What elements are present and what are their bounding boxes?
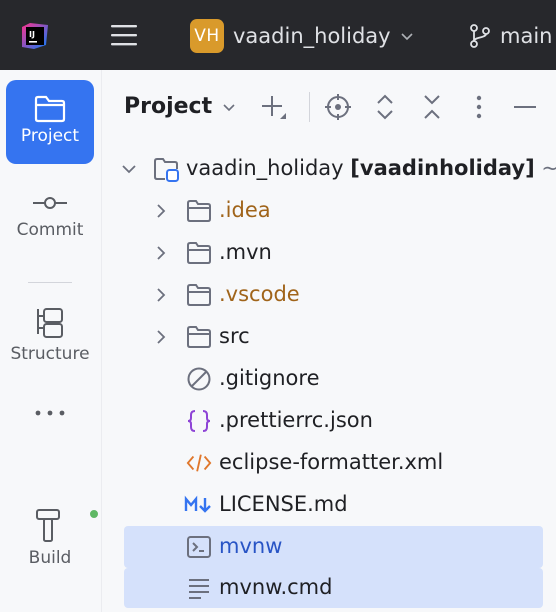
structure-tool-label: Structure — [10, 344, 90, 364]
commit-icon — [33, 197, 67, 209]
svg-text:IJ: IJ — [29, 30, 35, 39]
tree-item-idea[interactable]: .idea — [103, 190, 556, 232]
project-tool-label: Project — [20, 126, 80, 146]
collapse-all-icon — [424, 95, 440, 119]
json-file-icon — [186, 408, 212, 434]
terminal-file-icon — [186, 534, 212, 560]
ignore-file-icon — [186, 366, 212, 392]
commit-tool-button[interactable]: Commit — [6, 190, 94, 240]
xml-file-icon — [186, 450, 212, 476]
structure-icon — [37, 308, 63, 338]
tree-item-gitignore[interactable]: .gitignore — [103, 358, 556, 400]
more-tools-button[interactable] — [6, 408, 94, 418]
expand-all-icon — [377, 94, 393, 120]
more-vertical-icon — [476, 95, 482, 119]
tree-item-label: eclipse-formatter.xml — [219, 450, 444, 474]
module-folder-icon — [153, 156, 179, 182]
tree-root[interactable]: vaadin_holiday [vaadinholiday] ~ — [103, 148, 556, 190]
collapse-all-button[interactable] — [417, 92, 447, 122]
folder-icon — [186, 282, 212, 308]
header-separator — [309, 92, 310, 122]
chevron-right-icon[interactable] — [153, 203, 169, 219]
tree-item-label: .prettierrc.json — [219, 408, 373, 432]
expand-all-button[interactable] — [370, 92, 400, 122]
tool-window-strip: Project Commit Structure Build — [0, 70, 102, 612]
tree-item-mvn[interactable]: .mvn — [103, 232, 556, 274]
tree-item-label: LICENSE.md — [219, 492, 348, 516]
chevron-down-icon[interactable] — [121, 161, 137, 177]
build-tool-button[interactable]: Build — [6, 506, 100, 568]
tree-item-prettierrc[interactable]: .prettierrc.json — [103, 400, 556, 442]
markdown-file-icon — [184, 492, 214, 518]
tree-item-mvnw-cmd[interactable]: mvnw.cmd — [124, 568, 543, 608]
project-name: vaadin_holiday — [233, 24, 391, 48]
tree-item-label: .gitignore — [219, 366, 320, 390]
project-selector[interactable]: VH vaadin_holiday — [190, 18, 415, 54]
tool-strip-divider — [28, 282, 72, 283]
module-name: [vaadinholiday] — [350, 156, 535, 180]
project-panel: Project vaadin_holiday [vaadinholiday] ~… — [103, 70, 556, 612]
options-button[interactable] — [464, 92, 494, 122]
folder-icon — [34, 95, 66, 123]
project-tool-button[interactable]: Project — [6, 80, 94, 164]
tree-item-label: .idea — [219, 198, 271, 222]
git-branch-icon — [470, 24, 490, 48]
add-icon — [262, 96, 286, 119]
branch-name: main — [500, 24, 553, 48]
tree-item-label: mvnw.cmd — [219, 575, 333, 599]
tree-item-label: vaadin_holiday [vaadinholiday] ~ — [186, 156, 556, 180]
tree-item-mvnw[interactable]: mvnw — [124, 526, 543, 568]
text-file-icon — [186, 575, 212, 601]
tree-item-label: mvnw — [219, 534, 283, 558]
tree-item-src[interactable]: src — [103, 316, 556, 358]
intellij-logo-icon[interactable]: IJ — [20, 21, 50, 51]
hammer-icon — [36, 509, 60, 542]
tree-item-eclipse-formatter[interactable]: eclipse-formatter.xml — [103, 442, 556, 484]
structure-tool-button[interactable]: Structure — [6, 306, 94, 364]
folder-icon — [186, 240, 212, 266]
folder-icon — [186, 198, 212, 224]
locate-icon — [325, 94, 351, 120]
commit-tool-label: Commit — [16, 220, 84, 240]
folder-icon — [186, 324, 212, 350]
more-horizontal-icon — [35, 410, 65, 416]
chevron-right-icon[interactable] — [153, 329, 169, 345]
chevron-right-icon[interactable] — [153, 287, 169, 303]
chevron-down-icon[interactable] — [221, 100, 237, 116]
chevron-right-icon[interactable] — [153, 245, 169, 261]
locate-file-button[interactable] — [323, 92, 353, 122]
project-panel-header: Project — [103, 70, 556, 144]
branch-selector[interactable]: main — [468, 18, 552, 54]
tree-item-label: .mvn — [219, 240, 272, 264]
tree-item-label: .vscode — [219, 282, 300, 306]
panel-title[interactable]: Project — [124, 94, 212, 119]
build-tool-label: Build — [28, 548, 72, 568]
hide-panel-button[interactable] — [510, 92, 540, 122]
build-status-dot — [88, 508, 100, 520]
new-file-button[interactable] — [259, 92, 289, 122]
minimize-icon — [514, 106, 536, 108]
project-badge: VH — [190, 19, 224, 53]
main-menu-icon[interactable] — [108, 19, 140, 51]
tree-item-license[interactable]: LICENSE.md — [103, 484, 556, 526]
tree-item-vscode[interactable]: .vscode — [103, 274, 556, 316]
title-bar: IJ VH vaadin_holiday main — [0, 0, 556, 70]
chevron-down-icon — [401, 33, 413, 41]
tree-item-label: src — [219, 324, 250, 348]
